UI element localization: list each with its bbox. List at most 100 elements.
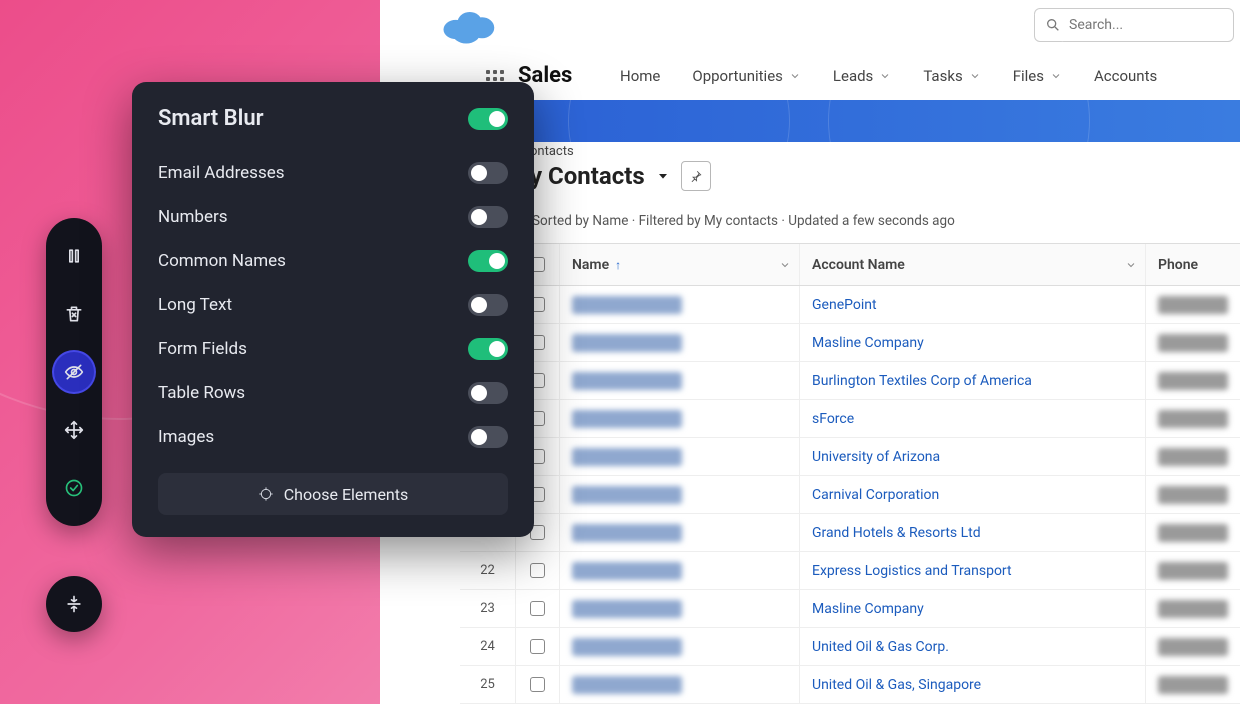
- column-account[interactable]: Account Name: [800, 244, 1146, 285]
- contacts-table: Name ↑ Account Name Phone GenePointMasli…: [460, 243, 1240, 704]
- blurred-phone: [1158, 410, 1228, 428]
- chevron-down-icon: [789, 70, 801, 82]
- list-header: ontacts y Contacts: [530, 144, 711, 191]
- blurred-phone: [1158, 676, 1228, 694]
- blur-option: Common Names: [158, 239, 508, 283]
- table-header: Name ↑ Account Name Phone: [460, 244, 1240, 286]
- tool-collapse[interactable]: [46, 576, 102, 632]
- smart-blur-panel: Smart Blur Email Addresses Numbers Common …: [132, 82, 534, 537]
- row-number: 23: [460, 590, 516, 627]
- crosshair-icon: [258, 486, 274, 502]
- blurred-phone: [1158, 372, 1228, 390]
- chevron-down-icon[interactable]: [1125, 259, 1137, 271]
- table-row: University of Arizona: [460, 438, 1240, 476]
- column-phone[interactable]: Phone: [1146, 244, 1240, 285]
- row-checkbox[interactable]: [530, 563, 545, 578]
- option-toggle[interactable]: [468, 338, 508, 360]
- blur-option: Table Rows: [158, 371, 508, 415]
- blurred-phone: [1158, 524, 1228, 542]
- account-link[interactable]: GenePoint: [812, 286, 877, 323]
- option-label: Long Text: [158, 295, 232, 315]
- account-link[interactable]: sForce: [812, 400, 854, 437]
- option-label: Table Rows: [158, 383, 245, 403]
- option-toggle[interactable]: [468, 426, 508, 448]
- blurred-name: [572, 296, 682, 314]
- blurred-name: [572, 372, 682, 390]
- account-link[interactable]: Masline Company: [812, 590, 924, 627]
- account-link[interactable]: Express Logistics and Transport: [812, 552, 1012, 589]
- master-toggle[interactable]: [468, 108, 508, 130]
- pin-button[interactable]: [681, 161, 711, 191]
- account-link[interactable]: Masline Company: [812, 324, 924, 361]
- table-row: Grand Hotels & Resorts Ltd: [460, 514, 1240, 552]
- header-band: [448, 100, 1240, 142]
- blurred-phone: [1158, 562, 1228, 580]
- list-view-name[interactable]: y Contacts: [530, 162, 645, 190]
- account-link[interactable]: Burlington Textiles Corp of America: [812, 362, 1032, 399]
- object-label: ontacts: [530, 144, 711, 159]
- blurred-phone: [1158, 334, 1228, 352]
- blurred-name: [572, 600, 682, 618]
- pin-icon: [689, 169, 703, 183]
- option-toggle[interactable]: [468, 206, 508, 228]
- blurred-name: [572, 524, 682, 542]
- tool-blur[interactable]: [54, 352, 94, 392]
- tool-confirm[interactable]: [54, 468, 94, 508]
- search-placeholder: Search...: [1069, 17, 1123, 33]
- blurred-name: [572, 562, 682, 580]
- option-toggle[interactable]: [468, 294, 508, 316]
- tool-pause[interactable]: [54, 236, 94, 276]
- blurred-phone: [1158, 638, 1228, 656]
- option-label: Numbers: [158, 207, 228, 227]
- table-row: Carnival Corporation: [460, 476, 1240, 514]
- table-row: 25 United Oil & Gas, Singapore: [460, 666, 1240, 704]
- account-link[interactable]: University of Arizona: [812, 438, 940, 475]
- table-row: sForce: [460, 400, 1240, 438]
- option-label: Form Fields: [158, 339, 247, 359]
- blur-option: Numbers: [158, 195, 508, 239]
- account-link[interactable]: Grand Hotels & Resorts Ltd: [812, 514, 981, 551]
- option-toggle[interactable]: [468, 162, 508, 184]
- blur-option: Long Text: [158, 283, 508, 327]
- tool-delete[interactable]: [54, 294, 94, 334]
- global-search[interactable]: Search...: [1034, 8, 1234, 42]
- option-toggle[interactable]: [468, 250, 508, 272]
- panel-title: Smart Blur: [158, 106, 264, 131]
- row-checkbox[interactable]: [530, 601, 545, 616]
- option-label: Email Addresses: [158, 163, 285, 183]
- row-number: 22: [460, 552, 516, 589]
- blurred-phone: [1158, 486, 1228, 504]
- choose-elements-button[interactable]: Choose Elements: [158, 473, 508, 515]
- blurred-phone: [1158, 448, 1228, 466]
- caret-down-icon[interactable]: [655, 168, 671, 184]
- column-name[interactable]: Name ↑: [560, 244, 800, 285]
- option-toggle[interactable]: [468, 382, 508, 404]
- sort-ascending-icon: ↑: [615, 258, 621, 272]
- option-label: Images: [158, 427, 214, 447]
- nav-accounts[interactable]: Accounts: [1094, 67, 1157, 85]
- blurred-name: [572, 676, 682, 694]
- choose-elements-label: Choose Elements: [284, 485, 409, 504]
- blur-option: Email Addresses: [158, 151, 508, 195]
- blur-option: Form Fields: [158, 327, 508, 371]
- table-row: Masline Company: [460, 324, 1240, 362]
- row-number: 25: [460, 666, 516, 703]
- row-checkbox[interactable]: [530, 677, 545, 692]
- blurred-name: [572, 486, 682, 504]
- blurred-phone: [1158, 296, 1228, 314]
- option-label: Common Names: [158, 251, 286, 271]
- tool-move[interactable]: [54, 410, 94, 450]
- table-row: 24 United Oil & Gas Corp.: [460, 628, 1240, 666]
- row-number: 24: [460, 628, 516, 665]
- account-link[interactable]: United Oil & Gas, Singapore: [812, 666, 981, 703]
- capture-toolbar: [46, 218, 102, 526]
- row-checkbox[interactable]: [530, 639, 545, 654]
- blurred-phone: [1158, 600, 1228, 618]
- collapse-vertical-icon: [64, 594, 84, 614]
- table-row: 23 Masline Company: [460, 590, 1240, 628]
- list-meta: Sorted by Name · Filtered by My contacts…: [532, 213, 955, 229]
- blurred-name: [572, 334, 682, 352]
- account-link[interactable]: United Oil & Gas Corp.: [812, 628, 949, 665]
- chevron-down-icon[interactable]: [779, 259, 791, 271]
- account-link[interactable]: Carnival Corporation: [812, 476, 939, 513]
